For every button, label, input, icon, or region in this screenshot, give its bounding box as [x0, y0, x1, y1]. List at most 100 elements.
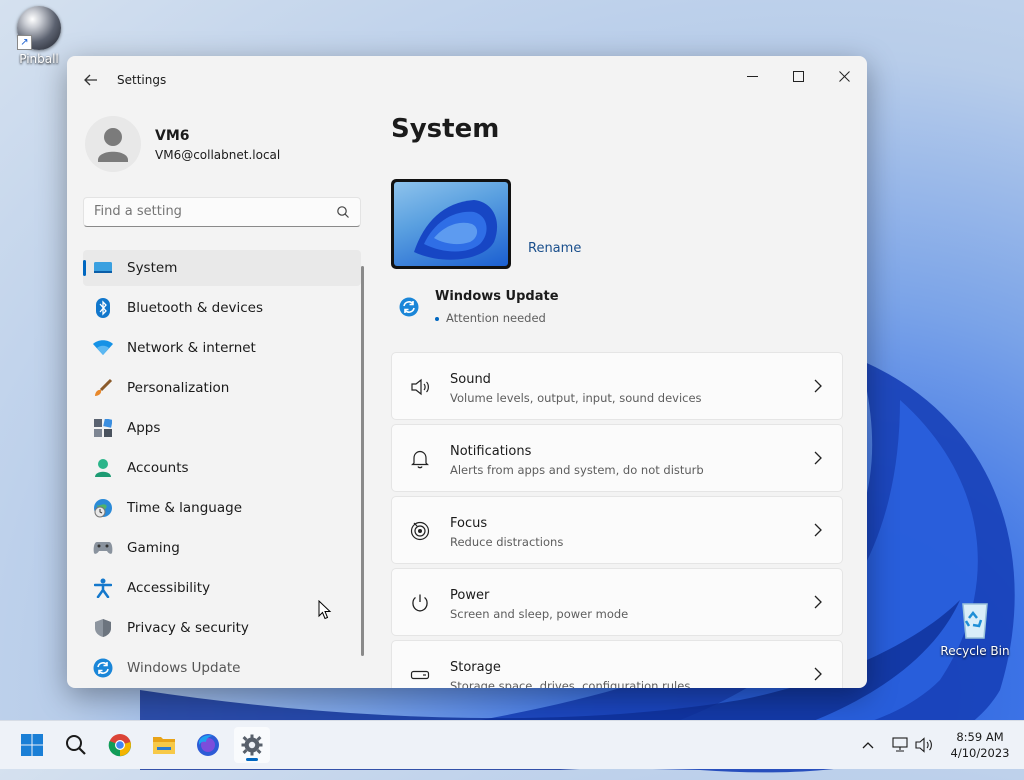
- file-explorer-icon: [153, 737, 175, 754]
- title-bar: Settings: [67, 56, 867, 104]
- globe-clock-icon: [93, 498, 113, 518]
- windows-update-status-icon: [399, 297, 419, 317]
- search-icon: [66, 735, 86, 755]
- sidebar-item-label: Personalization: [127, 380, 230, 396]
- pinball-icon: ↗: [17, 6, 61, 50]
- chevron-right-icon: [814, 667, 822, 681]
- sidebar-item-network[interactable]: Network & internet: [83, 330, 361, 366]
- sidebar-item-label: Windows Update: [127, 660, 241, 676]
- windows-update-title[interactable]: Windows Update: [435, 289, 559, 304]
- sidebar-item-gaming[interactable]: Gaming: [83, 530, 361, 566]
- card-subtitle: Alerts from apps and system, do not dist…: [450, 463, 704, 477]
- taskbar-chrome-button[interactable]: [102, 727, 138, 763]
- chevron-right-icon: [814, 523, 822, 537]
- user-name: VM6: [155, 128, 190, 144]
- sidebar-item-accounts[interactable]: Accounts: [83, 450, 361, 486]
- chevron-right-icon: [814, 379, 822, 393]
- windows-update-icon: [93, 658, 113, 678]
- desktop-icon-pinball[interactable]: ↗ Pinball: [4, 6, 74, 66]
- clock-time: 8:59 AM: [956, 730, 1004, 744]
- recycle-bin-icon: [953, 598, 997, 642]
- rename-link[interactable]: Rename: [528, 241, 581, 256]
- accessibility-icon: [93, 578, 113, 598]
- chevron-up-icon: [862, 742, 874, 749]
- card-title: Power: [450, 588, 490, 603]
- wallpaper-bloom-thumbnail: [414, 200, 498, 260]
- user-icon: [98, 128, 128, 162]
- mouse-cursor-icon: [318, 600, 332, 620]
- window-title: Settings: [117, 73, 167, 87]
- sidebar-item-windows-update[interactable]: Windows Update: [83, 650, 361, 686]
- firefox-icon: [197, 734, 219, 756]
- back-button[interactable]: [79, 68, 103, 92]
- user-profile[interactable]: VM6 VM6@collabnet.local: [85, 116, 375, 176]
- network-icon: [892, 737, 908, 752]
- speaker-icon: [411, 378, 429, 396]
- card-notifications[interactable]: Notifications Alerts from apps and syste…: [391, 424, 843, 492]
- desktop-icon-recycle-bin[interactable]: Recycle Bin: [940, 598, 1010, 658]
- status-text: Attention needed: [446, 311, 546, 325]
- card-storage[interactable]: Storage Storage space, drives, configura…: [391, 640, 843, 688]
- close-button[interactable]: [821, 60, 867, 92]
- sidebar-item-label: Time & language: [127, 500, 243, 516]
- card-subtitle: Screen and sleep, power mode: [450, 607, 629, 621]
- shortcut-arrow-icon: ↗: [17, 35, 32, 50]
- card-title: Sound: [450, 372, 491, 387]
- sidebar-item-label: Apps: [127, 420, 161, 436]
- sidebar-item-label: Gaming: [127, 540, 180, 556]
- taskbar-clock[interactable]: 8:59 AM 4/10/2023: [944, 729, 1016, 761]
- storage-icon: [410, 670, 430, 680]
- taskbar-search-button[interactable]: [58, 727, 94, 763]
- sidebar-item-label: System: [127, 260, 178, 276]
- apps-icon: [93, 418, 113, 438]
- user-email: VM6@collabnet.local: [155, 148, 281, 162]
- taskbar-settings-button[interactable]: [234, 727, 270, 763]
- page-title: System: [391, 114, 500, 144]
- active-app-indicator: [246, 758, 258, 761]
- status-dot-icon: [435, 316, 439, 321]
- clock-date: 4/10/2023: [950, 746, 1010, 760]
- sidebar-item-apps[interactable]: Apps: [83, 410, 361, 446]
- start-icon: [21, 734, 43, 756]
- maximize-button[interactable]: [775, 60, 821, 92]
- power-icon: [412, 594, 428, 612]
- brush-icon: [93, 378, 113, 398]
- chrome-icon: [108, 734, 132, 757]
- sidebar-item-label: Privacy & security: [127, 620, 249, 636]
- search-box[interactable]: [83, 197, 361, 227]
- sidebar-nav: System Bluetooth & devices Network & int…: [83, 250, 361, 688]
- card-sound[interactable]: Sound Volume levels, output, input, soun…: [391, 352, 843, 420]
- chevron-right-icon: [814, 595, 822, 609]
- taskbar-firefox-button[interactable]: [190, 727, 226, 763]
- avatar: [85, 116, 141, 172]
- close-icon: [838, 70, 850, 82]
- sidebar-item-label: Bluetooth & devices: [127, 300, 264, 316]
- sidebar-item-personalization[interactable]: Personalization: [83, 370, 361, 406]
- card-focus[interactable]: Focus Reduce distractions: [391, 496, 843, 564]
- maximize-icon: [792, 70, 804, 82]
- back-arrow-icon: [84, 74, 97, 86]
- card-subtitle: Reduce distractions: [450, 535, 564, 549]
- taskbar-file-explorer-button[interactable]: [146, 727, 182, 763]
- wifi-icon: [93, 338, 113, 358]
- focus-icon: [410, 521, 430, 541]
- start-button[interactable]: [14, 727, 50, 763]
- card-title: Storage: [450, 660, 501, 675]
- show-hidden-icons-button[interactable]: [852, 727, 884, 763]
- minimize-button[interactable]: [729, 60, 775, 92]
- search-input[interactable]: [94, 204, 324, 219]
- sidebar-item-label: Network & internet: [127, 340, 256, 356]
- system-icon: [93, 258, 113, 278]
- sidebar-item-system[interactable]: System: [83, 250, 361, 286]
- bluetooth-icon: [93, 298, 113, 318]
- sidebar-item-bluetooth[interactable]: Bluetooth & devices: [83, 290, 361, 326]
- sidebar-item-time-language[interactable]: Time & language: [83, 490, 361, 526]
- settings-cards: Sound Volume levels, output, input, soun…: [391, 352, 843, 688]
- settings-window: Settings VM6 VM6@collabnet.local System: [67, 56, 867, 688]
- network-volume-tray[interactable]: [886, 727, 940, 763]
- desktop-icon-label: Pinball: [19, 52, 59, 66]
- card-title: Focus: [450, 516, 488, 531]
- sidebar-scrollbar[interactable]: [361, 266, 364, 656]
- card-power[interactable]: Power Screen and sleep, power mode: [391, 568, 843, 636]
- device-thumbnail: [391, 179, 511, 269]
